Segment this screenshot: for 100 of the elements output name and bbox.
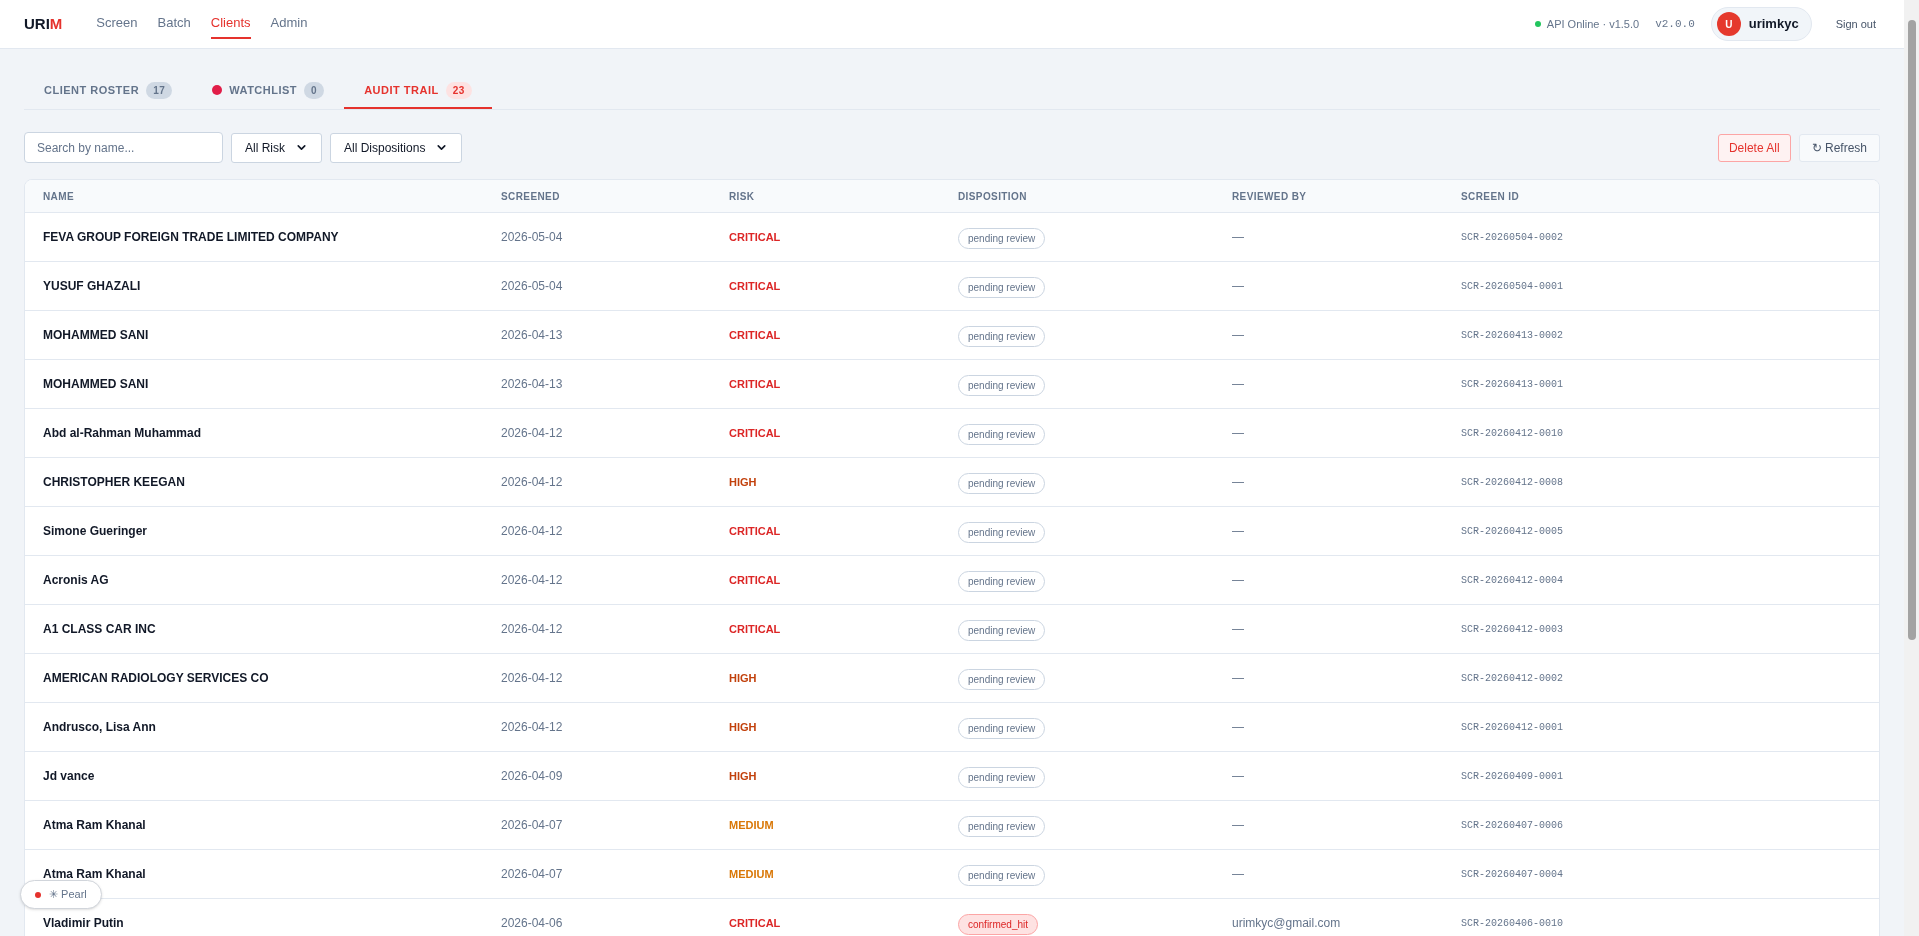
table-row[interactable]: CHRISTOPHER KEEGAN 2026-04-12 HIGH pending review — SCR-20260412-0008: [25, 458, 1879, 507]
sign-out-link[interactable]: Sign out: [1835, 15, 1876, 33]
screen-id: SCR-20260407-0006: [1461, 818, 1565, 833]
disposition-badge: pending review: [958, 571, 1046, 592]
nav-link[interactable]: Screen: [96, 9, 138, 39]
risk-level: CRITICAL: [729, 327, 782, 343]
reviewer: —: [1232, 866, 1245, 883]
column-header: SCREEN ID: [1461, 189, 1521, 204]
search-field[interactable]: Search by name...: [24, 132, 223, 163]
count-badge: 17: [146, 81, 173, 99]
user-chip[interactable]: U urimkyc: [1710, 7, 1812, 41]
screen-id: SCR-20260412-0001: [1461, 720, 1565, 735]
table-row[interactable]: Andrusco, Lisa Ann 2026-04-12 HIGH pending review — SCR-20260412-0001: [25, 703, 1879, 752]
reviewer: —: [1232, 621, 1245, 638]
nav-link[interactable]: Clients: [210, 9, 251, 39]
nav-link[interactable]: Batch: [157, 9, 191, 39]
screened-date: 2026-04-06: [501, 915, 564, 932]
disposition-badge: pending review: [958, 473, 1046, 494]
disposition-badge: pending review: [958, 326, 1046, 347]
screen-id: SCR-20260412-0005: [1461, 524, 1565, 539]
table-row[interactable]: FEVA GROUP FOREIGN TRADE LIMITED COMPANY 2026-05-04 CRITICAL pending review — SCR-20260504-0002: [25, 213, 1879, 262]
risk-level: HIGH: [729, 768, 758, 784]
table-row[interactable]: YUSUF GHAZALI 2026-05-04 CRITICAL pending review — SCR-20260504-0001: [25, 262, 1879, 311]
api-status: API Online · v1.5.0: [1546, 16, 1640, 32]
reviewer: —: [1232, 278, 1245, 295]
table-row[interactable]: A1 CLASS CAR INC 2026-04-12 CRITICAL pending review — SCR-20260412-0003: [25, 605, 1879, 654]
screened-date: 2026-04-12: [501, 670, 564, 687]
table-row[interactable]: Jd vance 2026-04-09 HIGH pending review — SCR-20260409-0001: [25, 752, 1879, 801]
risk-level: MEDIUM: [729, 817, 775, 833]
client-name: Abd al-Rahman Muhammad: [43, 425, 202, 442]
delete-all-button[interactable]: Delete All: [1717, 133, 1791, 162]
screened-date: 2026-04-07: [501, 817, 564, 834]
client-name: Andrusco, Lisa Ann: [43, 719, 157, 736]
table-row[interactable]: Atma Ram Khanal 2026-04-07 MEDIUM pending review — SCR-20260407-0006: [25, 801, 1879, 850]
user-name: urimkyc: [1748, 15, 1799, 34]
disposition-badge: pending review: [958, 424, 1046, 445]
screen-id: SCR-20260504-0001: [1461, 279, 1565, 294]
risk-level: CRITICAL: [729, 376, 782, 392]
client-name: Atma Ram Khanal: [43, 817, 147, 834]
screened-date: 2026-04-12: [501, 572, 564, 589]
client-name: MOHAMMED SANI: [43, 327, 150, 344]
client-name: AMERICAN RADIOLOGY SERVICES CO: [43, 670, 270, 687]
disposition-badge: pending review: [958, 718, 1046, 739]
reviewer: —: [1232, 327, 1245, 344]
risk-level: CRITICAL: [729, 621, 782, 637]
disposition-badge: pending review: [958, 669, 1046, 690]
screened-date: 2026-04-13: [501, 376, 564, 393]
table-row[interactable]: AMERICAN RADIOLOGY SERVICES CO 2026-04-12 HIGH pending review — SCR-20260412-0002: [25, 654, 1879, 703]
reviewer: —: [1232, 523, 1245, 540]
reviewer: —: [1232, 425, 1245, 442]
filter-dropdown[interactable]: All Dispositions: [330, 132, 463, 163]
risk-level: HIGH: [729, 670, 758, 686]
reviewer: urimkyc@gmail.com: [1232, 915, 1342, 932]
reviewer: —: [1232, 768, 1245, 785]
refresh-button[interactable]: ↻ Refresh: [1798, 133, 1880, 162]
screen-id: SCR-20260413-0001: [1461, 377, 1565, 392]
filter-dropdown[interactable]: All Risk: [231, 132, 322, 163]
table-row[interactable]: Simone Gueringer 2026-04-12 CRITICAL pending review — SCR-20260412-0005: [25, 507, 1879, 556]
client-name: FEVA GROUP FOREIGN TRADE LIMITED COMPANY: [43, 229, 340, 246]
screened-date: 2026-04-07: [501, 866, 564, 883]
reviewer: —: [1232, 474, 1245, 491]
version-label: v2.0.0: [1655, 16, 1695, 32]
column-header: SCREENED: [501, 189, 561, 204]
tab[interactable]: AUDIT TRAIL 23: [344, 73, 492, 109]
screened-date: 2026-04-12: [501, 425, 564, 442]
client-name: Jd vance: [43, 768, 96, 785]
risk-level: CRITICAL: [729, 915, 782, 931]
client-name: Simone Gueringer: [43, 523, 149, 540]
count-badge: 0: [304, 81, 325, 99]
screened-date: 2026-04-12: [501, 621, 564, 638]
screened-date: 2026-04-13: [501, 327, 564, 344]
table-row[interactable]: Acronis AG 2026-04-12 CRITICAL pending review — SCR-20260412-0004: [25, 556, 1879, 605]
disposition-badge: pending review: [958, 277, 1046, 298]
logo[interactable]: URIM: [24, 12, 63, 36]
assistant-pill[interactable]: ✳ Pearl: [20, 880, 102, 909]
user-avatar: U: [1716, 12, 1741, 36]
table-row[interactable]: MOHAMMED SANI 2026-04-13 CRITICAL pending review — SCR-20260413-0001: [25, 360, 1879, 409]
reviewer: —: [1232, 229, 1245, 246]
screened-date: 2026-04-09: [501, 768, 564, 785]
screen-id: SCR-20260413-0002: [1461, 328, 1565, 343]
nav-link[interactable]: Admin: [270, 9, 308, 39]
disposition-badge: pending review: [958, 375, 1046, 396]
risk-level: CRITICAL: [729, 523, 782, 539]
screened-date: 2026-05-04: [501, 278, 564, 295]
table-row[interactable]: Abd al-Rahman Muhammad 2026-04-12 CRITICAL pending review — SCR-20260412-0010: [25, 409, 1879, 458]
client-name: Acronis AG: [43, 572, 110, 589]
disposition-badge: confirmed_hit: [958, 914, 1039, 935]
screen-id: SCR-20260504-0002: [1461, 230, 1565, 245]
risk-level: CRITICAL: [729, 572, 782, 588]
disposition-badge: pending review: [958, 816, 1046, 837]
reviewer: —: [1232, 572, 1245, 589]
column-header: NAME: [43, 189, 76, 204]
tab[interactable]: WATCHLIST 0: [192, 73, 345, 109]
screened-date: 2026-04-12: [501, 523, 564, 540]
table-row[interactable]: MOHAMMED SANI 2026-04-13 CRITICAL pending review — SCR-20260413-0002: [25, 311, 1879, 360]
risk-level: CRITICAL: [729, 278, 782, 294]
client-name: YUSUF GHAZALI: [43, 278, 142, 295]
reviewer: —: [1232, 376, 1245, 393]
tab[interactable]: CLIENT ROSTER 17: [24, 73, 193, 109]
scrollbar[interactable]: [1904, 0, 1919, 936]
